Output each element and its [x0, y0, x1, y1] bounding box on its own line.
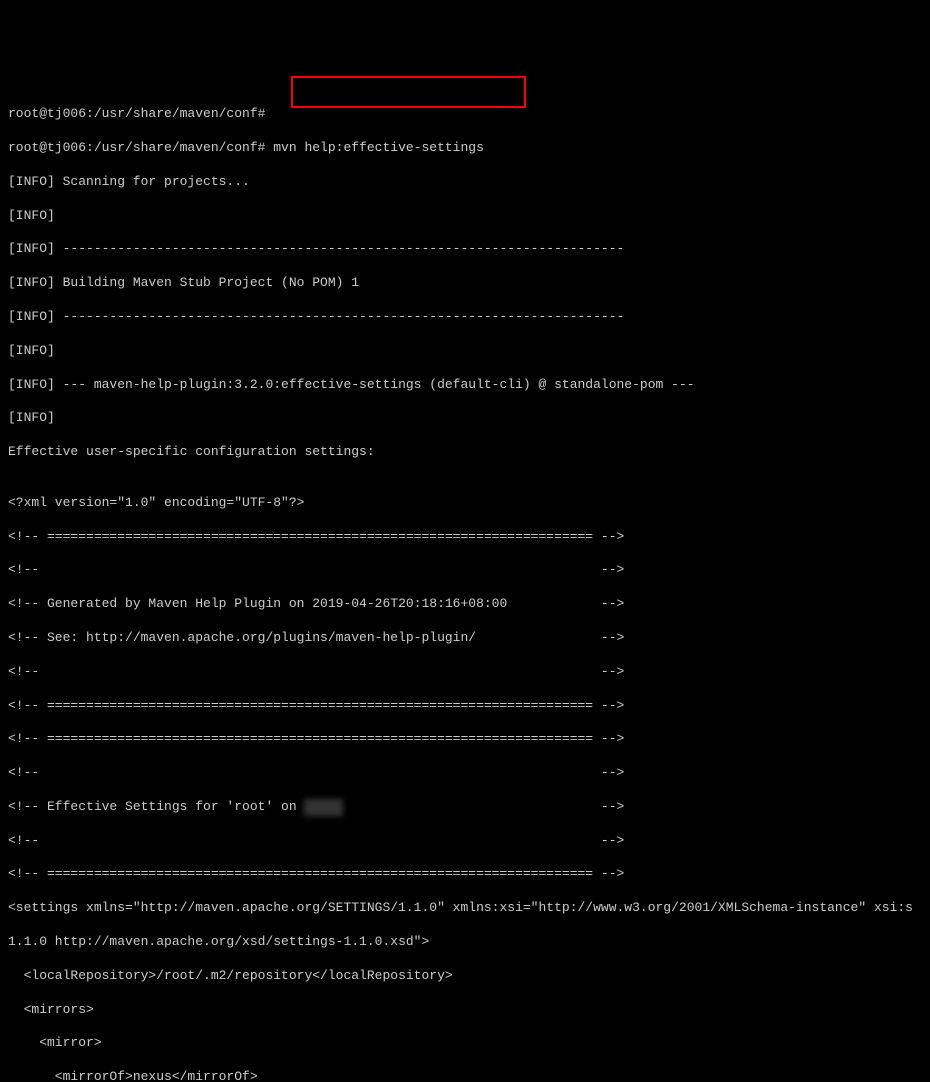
- output-line: <!-- Effective Settings for 'root' on xx…: [8, 799, 922, 816]
- command-highlight-box: [291, 76, 526, 108]
- output-line: 1.1.0 http://maven.apache.org/xsd/settin…: [8, 934, 922, 951]
- output-line: <!-- -->: [8, 765, 922, 782]
- output-line: [INFO]: [8, 410, 922, 427]
- shell-prompt: root@tj006:/usr/share/maven/conf#: [8, 106, 265, 121]
- output-line: <!-- Generated by Maven Help Plugin on 2…: [8, 596, 922, 613]
- output-line: [INFO] Scanning for projects...: [8, 174, 922, 191]
- output-line: [INFO] --- maven-help-plugin:3.2.0:effec…: [8, 377, 922, 394]
- output-line: <!-- See: http://maven.apache.org/plugin…: [8, 630, 922, 647]
- output-line: [INFO] Building Maven Stub Project (No P…: [8, 275, 922, 292]
- redacted-hostname: xxxxx: [304, 799, 343, 816]
- output-line: Effective user-specific configuration se…: [8, 444, 922, 461]
- output-line: [INFO]: [8, 208, 922, 225]
- terminal-output[interactable]: root@tj006:/usr/share/maven/conf# root@t…: [8, 73, 922, 1082]
- command-line: root@tj006:/usr/share/maven/conf# mvn he…: [8, 140, 922, 157]
- output-line: [INFO]: [8, 343, 922, 360]
- output-line: <!-- ===================================…: [8, 731, 922, 748]
- output-line: <!-- -->: [8, 664, 922, 681]
- output-line: <!-- ===================================…: [8, 866, 922, 883]
- output-line: <settings xmlns="http://maven.apache.org…: [8, 900, 922, 917]
- output-line: <mirrorOf>nexus</mirrorOf>: [8, 1069, 922, 1082]
- output-line: <!-- -->: [8, 833, 922, 850]
- output-line: <!-- ===================================…: [8, 698, 922, 715]
- output-line: <mirrors>: [8, 1002, 922, 1019]
- output-line: [INFO] ---------------------------------…: [8, 309, 922, 326]
- shell-prompt: root@tj006:/usr/share/maven/conf#: [8, 140, 273, 155]
- output-line: <!-- ===================================…: [8, 529, 922, 546]
- output-line: [INFO] ---------------------------------…: [8, 241, 922, 258]
- prompt-line: root@tj006:/usr/share/maven/conf#: [8, 106, 922, 123]
- output-line: <mirror>: [8, 1035, 922, 1052]
- output-line: <localRepository>/root/.m2/repository</l…: [8, 968, 922, 985]
- output-line: <!-- -->: [8, 562, 922, 579]
- output-line: <?xml version="1.0" encoding="UTF-8"?>: [8, 495, 922, 512]
- command-text: mvn help:effective-settings: [273, 140, 484, 155]
